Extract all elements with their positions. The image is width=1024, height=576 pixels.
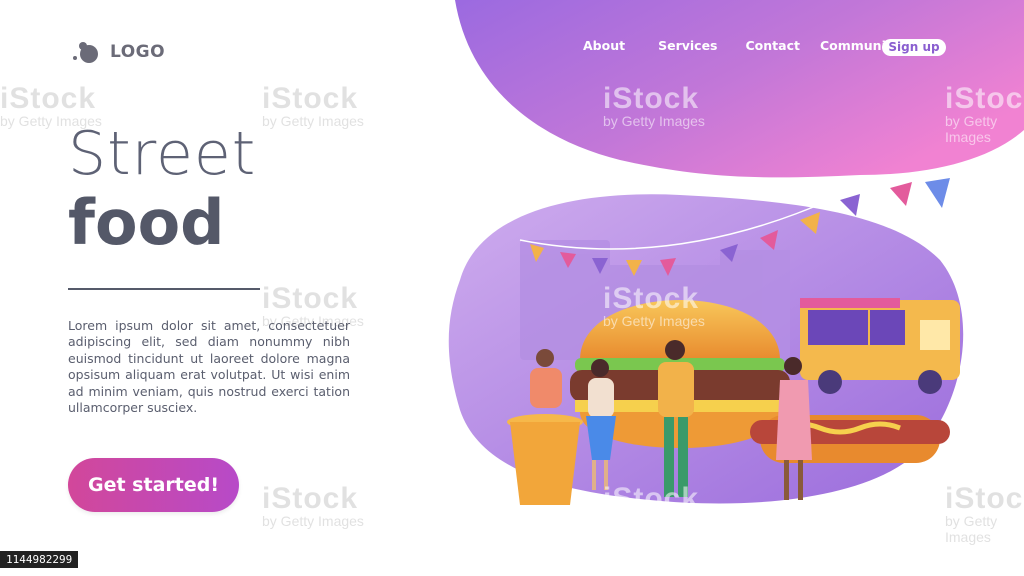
nav-item-contact[interactable]: Contact	[746, 38, 800, 53]
logo-mark-icon	[72, 38, 102, 66]
logo[interactable]: LOGO	[72, 38, 165, 66]
logo-text: LOGO	[110, 42, 166, 62]
top-nav: About Services Contact Community	[583, 38, 900, 53]
watermark-brand: iStock	[262, 482, 359, 515]
watermark: iStock by Getty Images	[262, 482, 364, 529]
hero-body-text: Lorem ipsum dolor sit amet, consectetuer…	[68, 318, 350, 416]
watermark-brand: iStock	[262, 282, 359, 315]
drink-cup-icon	[507, 414, 583, 505]
title-divider	[68, 288, 260, 290]
hero-title-line1: Street	[68, 119, 257, 189]
get-started-button[interactable]: Get started!	[68, 458, 239, 512]
hero-title-line2: food	[68, 186, 225, 259]
signup-button[interactable]: Sign up	[882, 39, 946, 56]
nav-item-services[interactable]: Services	[658, 38, 717, 53]
street-food-illustration	[448, 178, 964, 505]
nav-item-about[interactable]: About	[583, 38, 625, 53]
watermark-byline: by Getty Images	[262, 513, 364, 529]
stock-id-label: 1144982299	[0, 551, 79, 568]
food-truck-icon	[800, 298, 960, 394]
